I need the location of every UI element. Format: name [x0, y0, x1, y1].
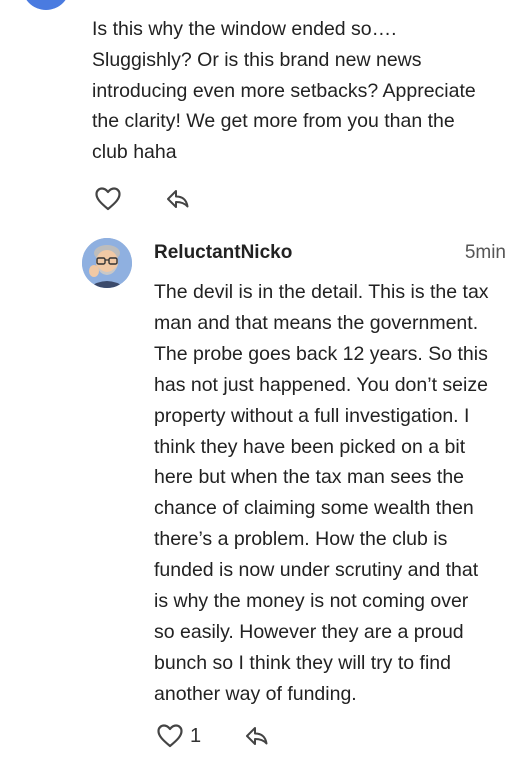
reply-arrow-icon[interactable]: [166, 188, 190, 210]
avatar[interactable]: [82, 238, 132, 288]
comment-actions: 1: [156, 723, 269, 749]
timestamp: 5min: [464, 242, 506, 263]
comment-text: Is this why the window ended so…. Sluggi…: [92, 18, 476, 164]
like-count: 1: [190, 724, 202, 747]
comment-actions: [94, 186, 190, 212]
heart-outline-icon[interactable]: [94, 186, 122, 212]
comment-text: The devil is in the detail. This is the …: [154, 281, 489, 705]
author-name[interactable]: ReluctantNicko: [154, 242, 292, 264]
avatar[interactable]: [22, 0, 70, 20]
memoji-avatar: [82, 238, 132, 288]
reply-arrow-icon[interactable]: [245, 725, 269, 747]
heart-outline-icon[interactable]: [156, 723, 184, 749]
